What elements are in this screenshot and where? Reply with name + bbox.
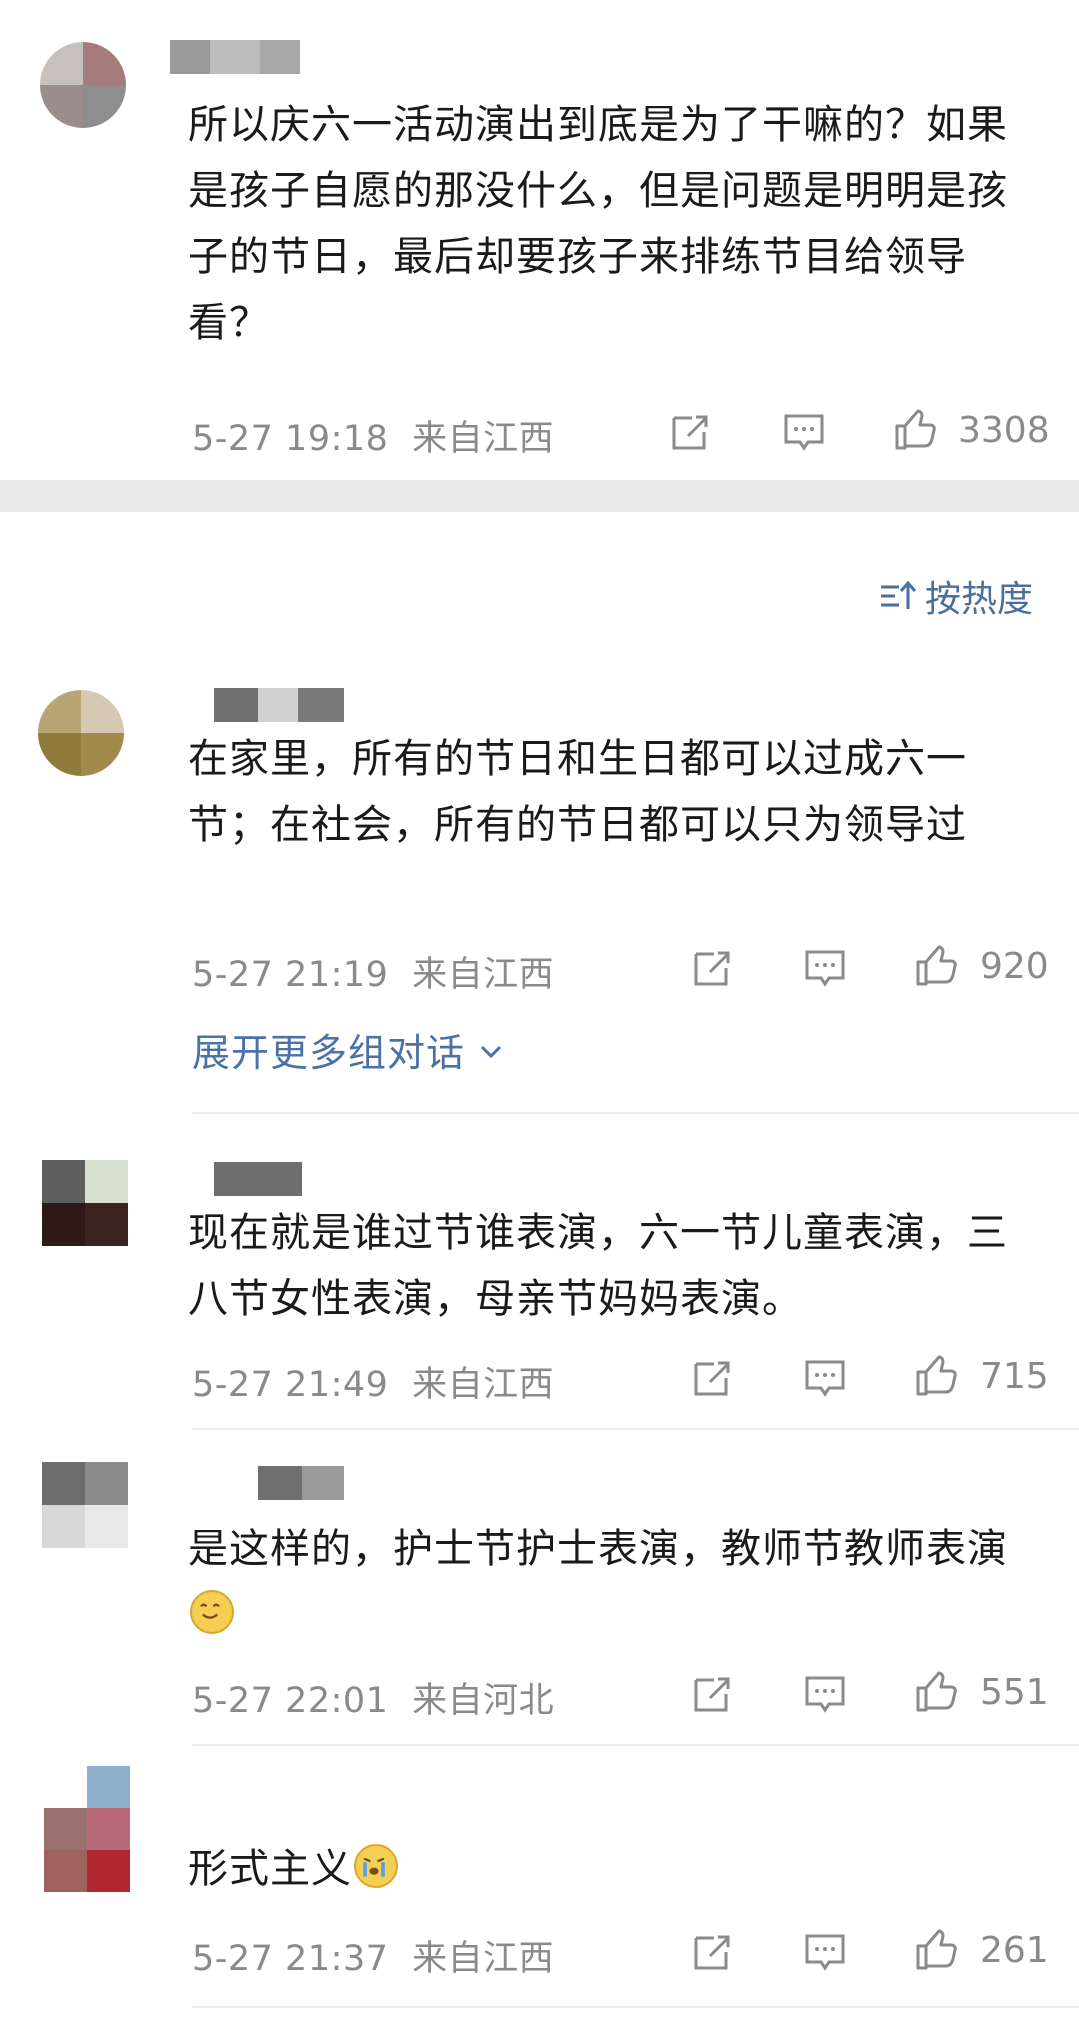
- comment-location: 来自江西: [412, 1939, 555, 1979]
- comment-time: 5-27 19:18: [192, 419, 389, 459]
- username[interactable]: [170, 40, 300, 74]
- username[interactable]: [258, 1466, 344, 1500]
- comment-text-content: 形式主义: [188, 1846, 352, 1892]
- sort-by-hot-button[interactable]: 按热度: [879, 570, 1033, 622]
- comment-icon[interactable]: [803, 946, 847, 990]
- comment-meta: 5-27 21:37 来自江西: [192, 1930, 554, 1981]
- comment-meta: 5-27 22:01 来自河北: [192, 1672, 554, 1723]
- comment-location: 来自河北: [412, 1681, 555, 1721]
- chevron-down-icon: [478, 1027, 504, 1059]
- comment-text: 是这样的，护士节护士表演，教师节教师表演: [188, 1516, 1008, 1648]
- comment-location: 来自江西: [412, 1365, 555, 1405]
- divider: [192, 2006, 1079, 2008]
- comment-text: 形式主义: [188, 1836, 1008, 1902]
- username[interactable]: [214, 688, 344, 722]
- comment-location: 来自江西: [412, 419, 555, 459]
- comment-icon[interactable]: [803, 1930, 847, 1974]
- repost-icon[interactable]: [690, 1672, 734, 1716]
- comment-text: 现在就是谁过节谁表演，六一节儿童表演，三八节女性表演，母亲节妈妈表演。: [188, 1210, 1008, 1322]
- comment-meta: 5-27 21:49 来自江西: [192, 1356, 554, 1407]
- username[interactable]: [214, 1162, 302, 1196]
- comment-text-content: 是这样的，护士节护士表演，教师节教师表演: [188, 1526, 1008, 1572]
- comment-location: 来自江西: [412, 955, 555, 995]
- divider: [192, 1112, 1079, 1114]
- comment-time: 5-27 22:01: [192, 1681, 389, 1721]
- divider: [192, 1744, 1079, 1746]
- crying-face-emoji: [354, 1844, 398, 1888]
- comment-time: 5-27 21:19: [192, 955, 389, 995]
- repost-icon[interactable]: [690, 1930, 734, 1974]
- comment-icon[interactable]: [803, 1356, 847, 1400]
- avatar[interactable]: [40, 42, 126, 128]
- comment-meta: 5-27 21:19 来自江西: [192, 946, 554, 997]
- comment-text: 在家里，所有的节日和生日都可以过成六一节；在社会，所有的节日都可以只为领导过: [188, 736, 967, 848]
- avatar[interactable]: [38, 690, 124, 776]
- repost-icon[interactable]: [690, 1356, 734, 1400]
- comment-meta: 5-27 19:18 来自江西: [192, 410, 554, 461]
- like-count: 715: [980, 1356, 1049, 1397]
- expand-more-replies-link[interactable]: 展开更多组对话: [192, 1022, 504, 1077]
- like-count: 3308: [958, 410, 1050, 451]
- like-count: 551: [980, 1672, 1049, 1713]
- thumbs-up-icon[interactable]: [914, 1354, 958, 1398]
- comment-text: 所以庆六一活动演出到底是为了干嘛的？如果是孩子自愿的那没什么，但是问题是明明是孩…: [188, 102, 1008, 346]
- smile-face-emoji: [190, 1590, 234, 1634]
- comment-time: 5-27 21:49: [192, 1365, 389, 1405]
- like-count: 920: [980, 946, 1049, 987]
- repost-icon[interactable]: [668, 410, 712, 454]
- avatar[interactable]: [42, 1462, 128, 1548]
- expand-label: 展开更多组对话: [192, 1031, 466, 1075]
- comment-time: 5-27 21:37: [192, 1939, 389, 1979]
- divider: [192, 1428, 1079, 1430]
- comment-icon[interactable]: [782, 410, 826, 454]
- thumbs-up-icon[interactable]: [914, 1670, 958, 1714]
- avatar[interactable]: [44, 1766, 130, 1892]
- repost-icon[interactable]: [690, 946, 734, 990]
- comment-icon[interactable]: [803, 1672, 847, 1716]
- thumbs-up-icon[interactable]: [914, 944, 958, 988]
- sort-icon: [879, 579, 917, 613]
- thumbs-up-icon[interactable]: [893, 408, 937, 452]
- sort-label: 按热度: [924, 579, 1033, 620]
- like-count: 261: [980, 1930, 1049, 1971]
- section-separator: [0, 480, 1079, 512]
- avatar[interactable]: [42, 1160, 128, 1246]
- thumbs-up-icon[interactable]: [914, 1928, 958, 1972]
